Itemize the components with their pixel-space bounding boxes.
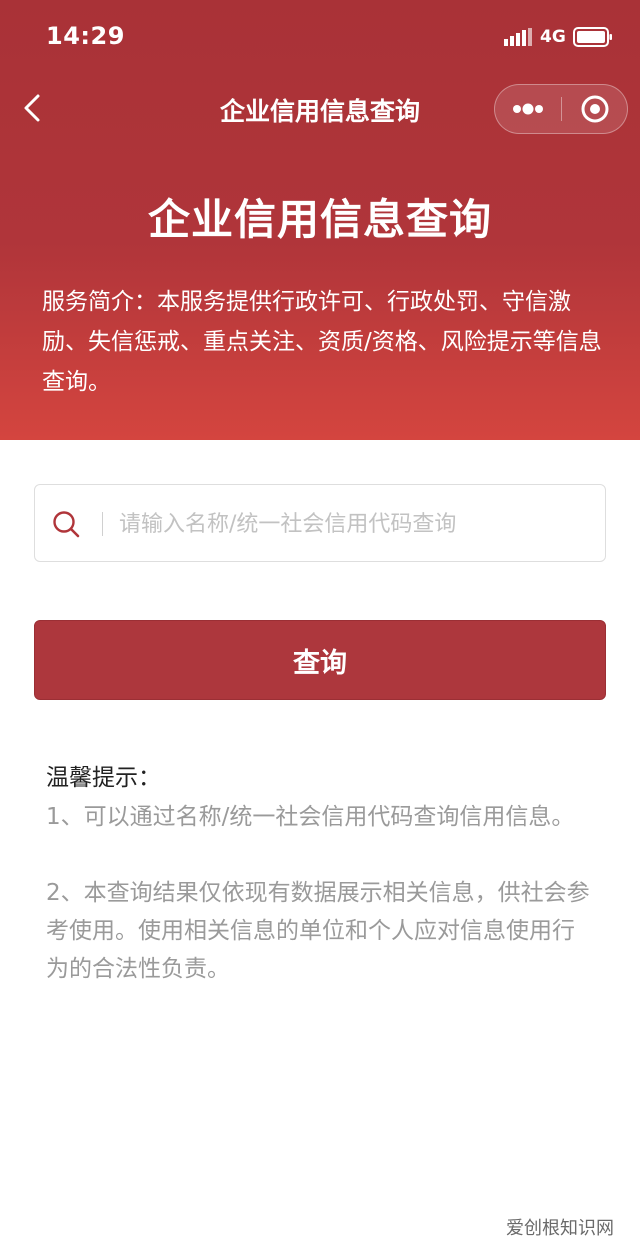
watermark-text: 爱创根知识网 <box>506 1218 614 1239</box>
close-miniprogram-button[interactable] <box>562 85 628 133</box>
more-button[interactable] <box>495 85 561 133</box>
search-box[interactable] <box>34 484 606 562</box>
page-title: 企业信用信息查询 <box>147 195 492 244</box>
search-input[interactable] <box>119 503 589 545</box>
header-banner: 14:29 4G 企业信用信息查询 企业信用信息查询 服务简介：本服务提供行政许… <box>0 0 640 440</box>
network-type: 4G <box>540 27 566 47</box>
query-button[interactable]: 查询 <box>34 620 606 700</box>
tips-title: 温馨提示： <box>46 765 161 791</box>
tip-item: 2、本查询结果仅依现有数据展示相关信息，供社会参考使用。使用相关信息的单位和个人… <box>46 880 590 982</box>
more-dots-icon <box>513 103 543 115</box>
miniprogram-capsule <box>494 84 628 134</box>
status-time: 14:29 <box>46 22 125 50</box>
nav-bar: 企业信用信息查询 <box>0 76 640 140</box>
target-circle-icon <box>581 95 609 123</box>
service-description: 服务简介：本服务提供行政许可、行政处罚、守信激励、失信惩戒、重点关注、资质/资格… <box>42 289 602 395</box>
signal-bars-icon <box>504 28 532 46</box>
search-icon <box>53 511 80 538</box>
search-divider <box>102 512 103 536</box>
status-bar: 14:29 4G <box>0 0 640 76</box>
tip-item: 1、可以通过名称/统一社会信用代码查询信用信息。 <box>46 804 575 830</box>
battery-icon <box>573 27 612 47</box>
